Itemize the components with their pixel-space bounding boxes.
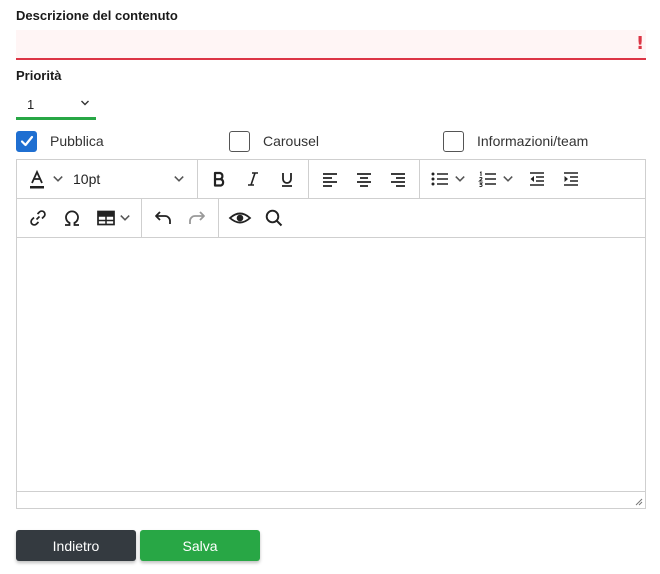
- chevron-down-icon: [81, 100, 89, 106]
- undo-button[interactable]: [146, 203, 180, 233]
- align-right-button[interactable]: [381, 164, 415, 194]
- priority-select[interactable]: 1: [16, 90, 96, 120]
- checkbox-box[interactable]: [16, 130, 37, 152]
- checkbox-label: Carousel: [263, 133, 320, 149]
- bullet-list-icon: [431, 172, 448, 186]
- eye-icon: [228, 212, 252, 224]
- editor-content-area[interactable]: [17, 239, 645, 491]
- italic-icon: [248, 172, 258, 186]
- error-icon: !: [636, 33, 645, 54]
- italic-button[interactable]: [236, 164, 270, 194]
- special-character-button[interactable]: [55, 203, 89, 233]
- chevron-down-icon: [53, 176, 63, 182]
- save-button[interactable]: Salva: [140, 530, 260, 561]
- search-icon: [265, 209, 283, 227]
- table-button[interactable]: [89, 203, 137, 233]
- align-right-icon: [391, 173, 405, 187]
- toolbar-group-history: [142, 199, 219, 237]
- align-center-icon: [357, 173, 371, 187]
- indent-button[interactable]: [554, 164, 588, 194]
- toolbar-group-font: 10pt: [17, 160, 198, 198]
- rich-text-editor: 10pt: [16, 159, 646, 509]
- editor-toolbar-row: 10pt: [17, 160, 645, 199]
- bullet-list-button[interactable]: [424, 164, 472, 194]
- link-icon: [30, 210, 46, 226]
- chevron-down-icon: [503, 176, 513, 182]
- checkbox-informazioni-team[interactable]: Informazioni/team: [443, 130, 588, 152]
- toolbar-group-align: [309, 160, 420, 198]
- priority-value: 1: [27, 97, 35, 112]
- description-label: Descrizione del contenuto: [16, 8, 178, 23]
- outdent-icon: [530, 172, 544, 186]
- toolbar-group-view: [219, 199, 295, 237]
- checkbox-pubblica[interactable]: Pubblica: [16, 130, 104, 152]
- redo-button[interactable]: [180, 203, 214, 233]
- editor-toolbar-row: [17, 199, 645, 238]
- toolbar-group-style: [198, 160, 309, 198]
- align-left-button[interactable]: [313, 164, 347, 194]
- checkbox-label: Pubblica: [50, 133, 104, 149]
- chevron-down-icon: [119, 215, 130, 221]
- text-color-button[interactable]: [21, 164, 69, 194]
- text-color-icon: [30, 169, 44, 189]
- check-icon: [20, 135, 33, 147]
- redo-icon: [189, 211, 205, 224]
- numbered-list-button[interactable]: [472, 164, 520, 194]
- description-input[interactable]: [16, 30, 646, 60]
- chevron-down-icon: [455, 176, 465, 182]
- editor-status-bar: [17, 491, 645, 508]
- underline-icon: [282, 173, 292, 187]
- search-button[interactable]: [257, 203, 291, 233]
- resize-handle-icon[interactable]: [633, 496, 643, 506]
- checkbox-carousel[interactable]: Carousel: [229, 130, 319, 152]
- numbered-list-icon: [478, 171, 496, 188]
- table-icon: [96, 210, 115, 226]
- underline-button[interactable]: [270, 164, 304, 194]
- back-button[interactable]: Indietro: [16, 530, 136, 561]
- align-left-icon: [323, 173, 337, 187]
- link-button[interactable]: [21, 203, 55, 233]
- checkbox-box[interactable]: [229, 130, 250, 152]
- priority-label: Priorità: [16, 68, 62, 83]
- preview-button[interactable]: [223, 203, 257, 233]
- toolbar-group-lists: [420, 160, 592, 198]
- outdent-button[interactable]: [520, 164, 554, 194]
- checkbox-label: Informazioni/team: [477, 133, 589, 149]
- font-size-value: 10pt: [73, 171, 101, 187]
- chevron-down-icon: [174, 176, 184, 182]
- align-center-button[interactable]: [347, 164, 381, 194]
- indent-icon: [564, 172, 578, 186]
- toolbar-group-insert: [17, 199, 142, 237]
- bold-button[interactable]: [202, 164, 236, 194]
- checkbox-box[interactable]: [443, 130, 464, 152]
- bold-icon: [213, 171, 225, 187]
- omega-icon: [65, 210, 79, 226]
- font-size-select[interactable]: 10pt: [69, 164, 193, 194]
- undo-icon: [155, 211, 171, 224]
